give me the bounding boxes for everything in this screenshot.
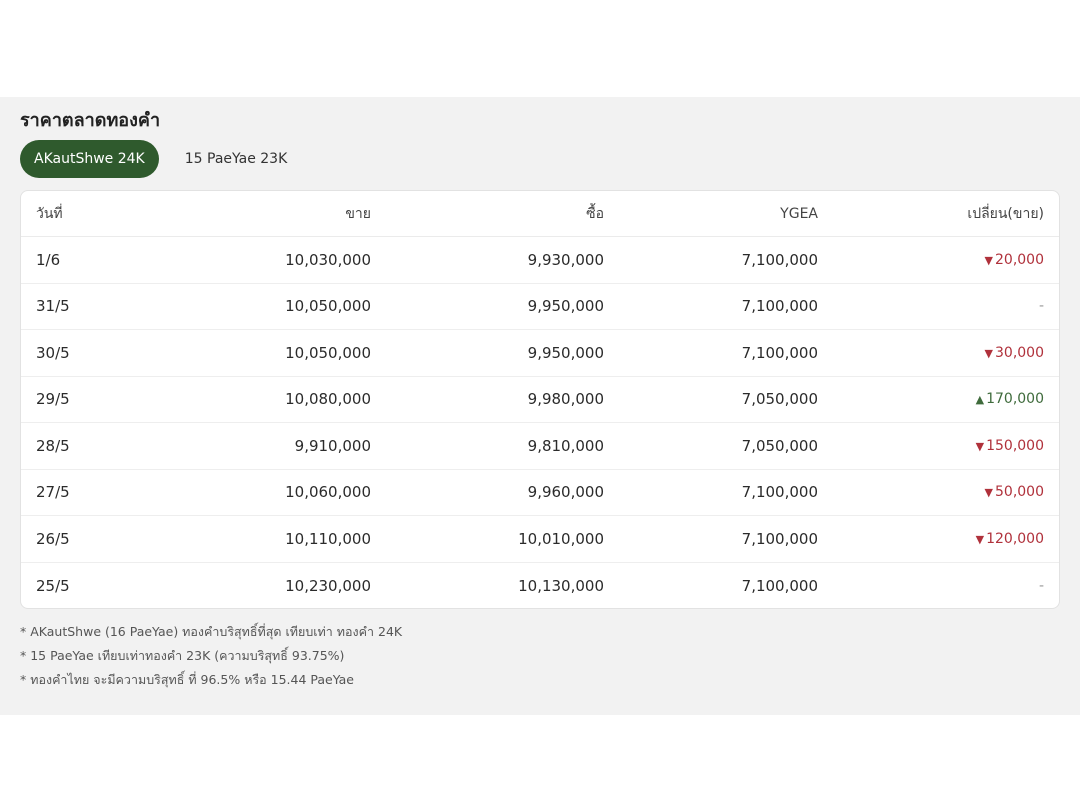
header-ygea: YGEA [780,205,818,222]
cell-date: 1/6 [36,250,61,269]
table-row: 30/5 10,050,000 9,950,000 7,100,000 ▼ 30,000 [21,330,1059,377]
header-buy: ซื้อ [586,205,604,222]
header-change: เปลี่ยน(ขาย) [967,205,1044,222]
cell-ygea: 7,050,000 [741,390,818,409]
cell-sell: 10,110,000 [285,529,371,548]
cell-change: - [1039,298,1044,314]
table-row: 29/5 10,080,000 9,980,000 7,050,000 ▲ 170,000 [21,377,1059,423]
cell-change: ▼ 30,000 [985,345,1044,361]
triangle-down-icon: ▼ [975,439,985,453]
page-title: ราคาตลาดทองคำ [20,110,161,131]
change-value: 170,000 [986,391,1044,408]
cell-change: - [1039,578,1044,594]
footnote: * 15 PaeYae เทียบเท่าทองคำ 23K (ความบริส… [20,648,345,663]
gold-price-panel: ราคาตลาดทองคำ AKautShwe 24K 15 PaeYae 23… [0,97,1080,715]
cell-date: 31/5 [36,297,70,316]
cell-change: ▼ 120,000 [976,531,1044,547]
cell-ygea: 7,100,000 [741,343,818,362]
triangle-down-icon: ▼ [984,253,993,267]
cell-ygea: 7,100,000 [741,483,818,502]
cell-change: ▲ 170,000 [976,391,1044,407]
cell-sell: 10,030,000 [285,250,371,269]
cell-ygea: 7,100,000 [741,297,818,316]
footnote: * AKautShwe (16 PaeYae) ทองคำบริสุทธิ์ที… [20,624,403,639]
footnote: * ทองคำไทย จะมีความบริสุทธิ์ ที่ 96.5% ห… [20,672,354,687]
tab-akautshwe-24k[interactable]: AKautShwe 24K [20,140,159,178]
cell-date: 26/5 [36,529,70,548]
table-row: 27/5 10,060,000 9,960,000 7,100,000 ▼ 50,000 [21,470,1059,516]
header-date: วันที่ [36,205,63,222]
cell-date: 30/5 [36,343,70,362]
change-value: - [1038,298,1044,315]
cell-sell: 10,050,000 [285,343,371,362]
table-row: 28/5 9,910,000 9,810,000 7,050,000 ▼ 150,000 [21,423,1059,470]
cell-buy: 9,980,000 [527,390,604,409]
cell-date: 28/5 [36,436,70,455]
cell-buy: 9,950,000 [527,297,604,316]
cell-buy: 9,950,000 [527,343,604,362]
table-header: วันที่ ขาย ซื้อ YGEA เปลี่ยน(ขาย) [21,191,1059,237]
change-value: 20,000 [995,251,1044,268]
change-value: - [1038,577,1044,594]
cell-buy: 9,930,000 [527,250,604,269]
cell-change: ▼ 20,000 [985,252,1044,268]
price-table: วันที่ ขาย ซื้อ YGEA เปลี่ยน(ขาย) 1/6 10,… [20,190,1060,609]
cell-buy: 9,810,000 [527,436,604,455]
cell-date: 25/5 [36,576,70,595]
cell-ygea: 7,100,000 [741,529,818,548]
triangle-down-icon: ▼ [975,532,985,546]
change-value: 120,000 [986,530,1044,547]
cell-ygea: 7,050,000 [741,436,818,455]
change-value: 150,000 [986,437,1044,454]
cell-buy: 9,960,000 [527,483,604,502]
change-value: 30,000 [995,344,1044,361]
cell-date: 27/5 [36,483,70,502]
tab-15-paeyae-23k[interactable]: 15 PaeYae 23K [171,140,302,178]
cell-sell: 10,080,000 [285,390,371,409]
header-sell: ขาย [345,205,371,222]
cell-sell: 9,910,000 [294,436,371,455]
cell-ygea: 7,100,000 [741,250,818,269]
tab-bar: AKautShwe 24K 15 PaeYae 23K [20,140,301,178]
cell-change: ▼ 50,000 [985,484,1044,500]
table-body: 1/6 10,030,000 9,930,000 7,100,000 ▼ 20,000 31… [21,237,1059,609]
table-row: 26/5 10,110,000 10,010,000 7,100,000 ▼ 120,00… [21,516,1059,563]
cell-sell: 10,230,000 [285,576,371,595]
table-row: 31/5 10,050,000 9,950,000 7,100,000 - [21,284,1059,330]
cell-sell: 10,050,000 [285,297,371,316]
triangle-down-icon: ▼ [984,486,993,500]
table-row: 25/5 10,230,000 10,130,000 7,100,000 - [21,563,1059,609]
table-row: 1/6 10,030,000 9,930,000 7,100,000 ▼ 20,000 [21,237,1059,284]
triangle-up-icon: ▲ [975,393,985,407]
change-value: 50,000 [995,484,1044,501]
cell-buy: 10,130,000 [518,576,604,595]
cell-sell: 10,060,000 [285,483,371,502]
cell-buy: 10,010,000 [518,529,604,548]
footnotes: * AKautShwe (16 PaeYae) ทองคำบริสุทธิ์ที… [20,620,402,692]
cell-change: ▼ 150,000 [976,438,1044,454]
triangle-down-icon: ▼ [984,346,993,360]
cell-ygea: 7,100,000 [741,576,818,595]
cell-date: 29/5 [36,390,70,409]
